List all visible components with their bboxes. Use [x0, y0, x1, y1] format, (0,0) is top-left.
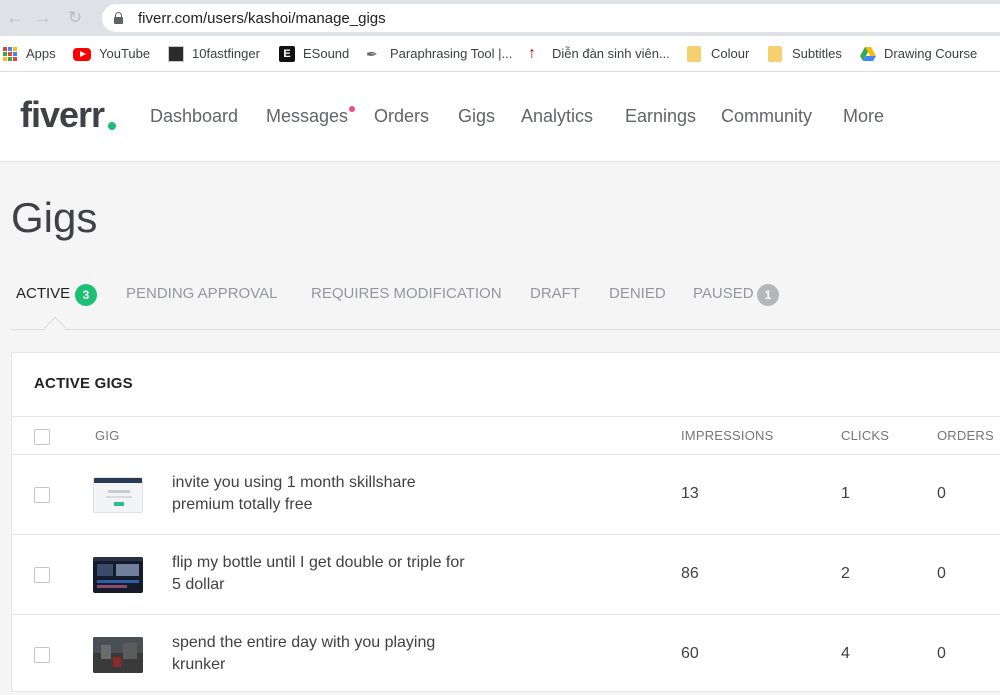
table-row: flip my bottle until I get double or tri… [12, 535, 1000, 615]
divider [12, 416, 1000, 417]
table-row: spend the entire day with you playing kr… [12, 615, 1000, 695]
nav-analytics[interactable]: Analytics [521, 106, 593, 127]
gig-thumbnail[interactable] [93, 637, 143, 673]
nav-more[interactable]: More [843, 106, 884, 127]
folder-icon [687, 46, 701, 62]
notification-dot [349, 106, 355, 112]
orders-value: 0 [937, 565, 946, 582]
tenfastfingers-icon [168, 46, 184, 62]
feather-icon: ✒ [366, 46, 378, 62]
column-header-clicks[interactable]: CLICKS [841, 428, 889, 443]
bookmark-label: Subtitles [792, 46, 842, 61]
address-bar[interactable]: fiverr.com/users/kashoi/manage_gigs [102, 4, 1000, 32]
tab-requires-modification[interactable]: REQUIRES MODIFICATION [311, 285, 502, 302]
gig-thumbnail[interactable] [93, 477, 143, 513]
active-gigs-panel: ACTIVE GIGS GIG IMPRESSIONS CLICKS ORDER… [11, 352, 1000, 692]
tab-label: DENIED [609, 285, 666, 302]
column-header-impressions[interactable]: IMPRESSIONS [681, 428, 774, 443]
impressions-value: 60 [681, 645, 699, 662]
bookmark-label: ESound [303, 46, 350, 61]
nav-dashboard[interactable]: Dashboard [150, 106, 238, 127]
orders-value: 0 [937, 485, 946, 502]
column-header-orders[interactable]: ORDERS [937, 428, 994, 443]
panel-title: ACTIVE GIGS [34, 375, 133, 392]
forum-icon: ↑ [528, 45, 536, 62]
tab-draft[interactable]: DRAFT [530, 285, 580, 302]
url-text[interactable]: fiverr.com/users/kashoi/manage_gigs [138, 10, 386, 27]
row-checkbox[interactable] [34, 647, 50, 663]
bookmark-label: Colour [711, 46, 750, 61]
tab-paused[interactable]: PAUSED [693, 285, 754, 302]
google-drive-icon [860, 47, 876, 61]
active-count-badge: 3 [75, 284, 97, 306]
address-row: ← → ↻ fiverr.com/users/kashoi/manage_gig… [0, 0, 1000, 36]
paused-count-badge: 1 [757, 284, 779, 306]
tabs-divider [11, 329, 1000, 330]
browser-chrome: ← → ↻ fiverr.com/users/kashoi/manage_gig… [0, 0, 1000, 72]
gig-title-link[interactable]: invite you using 1 month skillshare prem… [172, 472, 472, 516]
bookmark-label: 10fastfinger [192, 46, 260, 61]
site-header: fiverr Dashboard Messages Orders Gigs An… [0, 72, 1000, 162]
clicks-value: 1 [841, 485, 850, 502]
status-tabs: ACTIVE 3 PENDING APPROVAL REQUIRES MODIF… [0, 280, 1000, 330]
tab-label: PAUSED [693, 285, 754, 302]
lock-icon [114, 12, 123, 24]
video-editor-thumbnail-image [93, 557, 143, 588]
clicks-value: 2 [841, 565, 850, 582]
select-all-checkbox[interactable] [34, 429, 50, 445]
bookmark-label: Apps [26, 46, 56, 61]
bookmark-label: YouTube [99, 46, 151, 61]
row-checkbox[interactable] [34, 567, 50, 583]
reload-icon[interactable]: ↻ [64, 7, 86, 29]
gig-thumbnail[interactable] [93, 557, 143, 593]
nav-gigs[interactable]: Gigs [458, 106, 495, 127]
tab-label: PENDING APPROVAL [126, 285, 278, 302]
gig-title-link[interactable]: flip my bottle until I get double or tri… [172, 552, 472, 596]
nav-messages[interactable]: Messages [266, 106, 348, 127]
table-row: invite you using 1 month skillshare prem… [12, 455, 1000, 535]
orders-value: 0 [937, 645, 946, 662]
tab-pending-approval[interactable]: PENDING APPROVAL [126, 285, 277, 302]
tab-denied[interactable]: DENIED [609, 285, 666, 302]
column-header-gig[interactable]: GIG [95, 428, 119, 443]
bookmark-label: Drawing Course [884, 46, 978, 61]
page-title: Gigs [11, 194, 98, 241]
back-arrow-icon[interactable]: ← [4, 7, 26, 29]
bookmarks-bar: Apps YouTube 10fastfinger E ESound ✒ Par… [0, 36, 1000, 72]
gig-title-link[interactable]: spend the entire day with you playing kr… [172, 632, 472, 676]
forward-arrow-icon[interactable]: → [32, 7, 54, 29]
logo-dot [108, 122, 116, 130]
tab-label: ACTIVE [16, 285, 71, 302]
clicks-value: 4 [841, 645, 850, 662]
impressions-value: 13 [681, 485, 699, 502]
apps-grid-icon [2, 46, 18, 62]
youtube-icon [73, 48, 91, 61]
skillshare-thumbnail-image [94, 478, 142, 506]
tab-active[interactable]: ACTIVE [16, 285, 70, 302]
folder-icon [768, 46, 782, 62]
fiverr-logo[interactable]: fiverr [20, 94, 105, 136]
nav-orders[interactable]: Orders [374, 106, 429, 127]
row-checkbox[interactable] [34, 487, 50, 503]
esound-icon: E [279, 46, 295, 62]
tab-label: REQUIRES MODIFICATION [311, 285, 502, 302]
game-screenshot-thumbnail-image [93, 637, 143, 673]
nav-earnings[interactable]: Earnings [625, 106, 696, 127]
tab-label: DRAFT [530, 285, 580, 302]
impressions-value: 86 [681, 565, 699, 582]
bookmark-label: Paraphrasing Tool |... [390, 46, 513, 61]
bookmark-label: Diễn đàn sinh viên... [552, 46, 670, 61]
nav-community[interactable]: Community [721, 106, 812, 127]
